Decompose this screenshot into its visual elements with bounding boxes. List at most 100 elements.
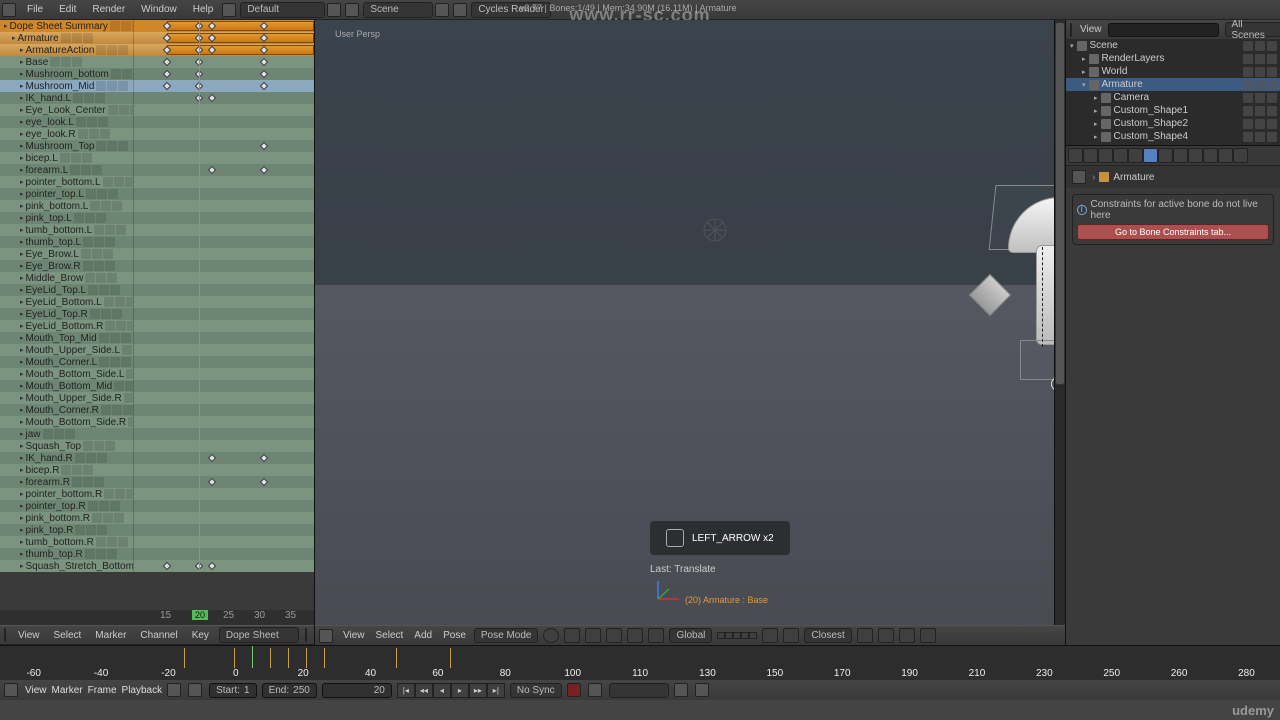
channel-row[interactable]: ▸Mouth_Bottom_Side.R [0, 416, 314, 428]
layer-buttons[interactable] [717, 632, 757, 639]
render-preview-icon[interactable] [857, 628, 873, 643]
channel-toggles[interactable] [105, 321, 133, 331]
manipulator-toggle[interactable] [585, 628, 601, 643]
channel-toggles[interactable] [83, 441, 115, 451]
channel-row[interactable]: ▸pointer_top.L [0, 188, 314, 200]
start-frame-field[interactable]: Start:1 [209, 683, 256, 698]
tl-menu-marker[interactable]: Marker [52, 685, 83, 696]
channel-track[interactable] [133, 488, 314, 500]
ds-menu-view[interactable]: View [14, 628, 44, 643]
outliner-item[interactable]: ▾Scene [1066, 39, 1280, 52]
channel-name[interactable]: ▸EyeLid_Bottom.L [0, 297, 133, 308]
search-input[interactable] [1108, 23, 1219, 37]
keyframe-next-button[interactable]: ▸▸ [469, 683, 487, 698]
dopesheet-ruler[interactable]: 15 25 30 35 20 [0, 610, 314, 625]
channel-row[interactable]: ▸pointer_bottom.R [0, 488, 314, 500]
channel-row[interactable]: ▸Armature [0, 32, 314, 44]
channel-name[interactable]: ▸Eye_Brow.R [0, 261, 133, 272]
channel-name[interactable]: ▸pink_bottom.R [0, 513, 133, 524]
channel-track[interactable] [133, 164, 314, 176]
channel-name[interactable]: ▸Mouth_Upper_Side.R [0, 393, 133, 404]
channel-track[interactable] [133, 296, 314, 308]
channel-toggles[interactable] [50, 57, 82, 67]
channel-track[interactable] [133, 416, 314, 428]
channel-name[interactable]: ▸Mouth_Bottom_Side.R [0, 417, 133, 428]
channel-track[interactable] [133, 524, 314, 536]
channel-row[interactable]: ▸Mouth_Bottom_Mid [0, 380, 314, 392]
ol-menu-view[interactable]: View [1080, 24, 1102, 35]
menu-help[interactable]: Help [186, 1, 221, 18]
channel-toggles[interactable] [83, 237, 115, 247]
channel-track[interactable] [133, 248, 314, 260]
channel-track[interactable] [133, 212, 314, 224]
channel-row[interactable]: ▸eye_look.R [0, 128, 314, 140]
channel-toggles[interactable] [110, 21, 133, 31]
channel-row[interactable]: ▸EyeLid_Bottom.R [0, 320, 314, 332]
channel-track[interactable] [133, 308, 314, 320]
channel-row[interactable]: ▸pink_top.L [0, 212, 314, 224]
channel-row[interactable]: ▸Base [0, 56, 314, 68]
channel-track[interactable] [133, 260, 314, 272]
channel-name[interactable]: ▸pointer_top.R [0, 501, 133, 512]
channel-row[interactable]: ▸Mouth_Bottom_Side.L [0, 368, 314, 380]
channel-name[interactable]: ▸pink_top.L [0, 213, 133, 224]
channel-row[interactable]: ▸bicep.R [0, 464, 314, 476]
channel-toggles[interactable] [70, 165, 102, 175]
channel-row[interactable]: ▸tumb_bottom.L [0, 224, 314, 236]
ds-menu-channel[interactable]: Channel [136, 628, 181, 643]
add-scene-icon[interactable] [435, 3, 449, 17]
channel-toggles[interactable] [92, 513, 124, 523]
channel-name[interactable]: ▸forearm.R [0, 477, 133, 488]
screen-layout-dropdown[interactable]: Default [240, 2, 325, 18]
timeline-track[interactable]: -60-40-200204060801001101301501701902102… [0, 646, 1280, 680]
channel-name[interactable]: ▸Armature [0, 33, 133, 44]
channel-row[interactable]: ▸forearm.R [0, 476, 314, 488]
channel-toggles[interactable] [90, 201, 122, 211]
channel-row[interactable]: ▸EyeLid_Bottom.L [0, 296, 314, 308]
translate-manip-icon[interactable] [606, 628, 622, 643]
add-layout-icon[interactable] [327, 3, 341, 17]
channel-name[interactable]: ▸Mouth_Corner.R [0, 405, 133, 416]
channel-name[interactable]: ▸EyeLid_Top.R [0, 309, 133, 320]
copy-pose-icon[interactable] [878, 628, 894, 643]
paste-flip-icon[interactable] [920, 628, 936, 643]
vp-menu-pose[interactable]: Pose [440, 628, 469, 643]
scene-dropdown[interactable]: Scene [363, 2, 433, 18]
outliner-item[interactable]: ▸World [1066, 65, 1280, 78]
channel-row[interactable]: ▸Middle_Brow [0, 272, 314, 284]
tab-object[interactable] [1128, 148, 1143, 163]
autokey-record-icon[interactable] [567, 683, 581, 697]
outliner-item[interactable]: ▾Armature [1066, 78, 1280, 91]
snap-target-dropdown[interactable]: Closest [804, 628, 851, 643]
channel-row[interactable]: ▸Squash_Top [0, 440, 314, 452]
tab-bone-constraints[interactable] [1203, 148, 1218, 163]
channel-name[interactable]: ▸Mushroom_bottom [0, 69, 133, 80]
channel-track[interactable] [133, 272, 314, 284]
tab-scene[interactable] [1098, 148, 1113, 163]
paste-pose-icon[interactable] [899, 628, 915, 643]
channel-toggles[interactable] [101, 405, 133, 415]
outliner-item[interactable]: ▸Camera [1066, 91, 1280, 104]
channel-track[interactable] [133, 236, 314, 248]
channel-toggles[interactable] [75, 453, 107, 463]
menu-render[interactable]: Render [85, 1, 132, 18]
channel-name[interactable]: ▸Squash_Top [0, 441, 133, 452]
channel-track[interactable] [133, 104, 314, 116]
channel-toggles[interactable] [78, 129, 110, 139]
channel-track[interactable] [133, 368, 314, 380]
channel-name[interactable]: ▸tumb_bottom.L [0, 225, 133, 236]
channel-track[interactable] [133, 428, 314, 440]
channel-toggles[interactable] [103, 177, 133, 187]
jump-start-button[interactable]: |◂ [397, 683, 415, 698]
channel-name[interactable]: ▸bicep.R [0, 465, 133, 476]
end-frame-field[interactable]: End:250 [262, 683, 317, 698]
channel-toggles[interactable] [124, 393, 133, 403]
channel-toggles[interactable] [74, 213, 106, 223]
tab-world[interactable] [1113, 148, 1128, 163]
dopesheet-mode[interactable]: Dope Sheet [219, 627, 299, 643]
channel-toggles[interactable] [88, 285, 120, 295]
menu-file[interactable]: File [20, 1, 50, 18]
channel-track[interactable] [133, 224, 314, 236]
channel-toggles[interactable] [81, 249, 113, 259]
channel-track[interactable] [133, 536, 314, 548]
